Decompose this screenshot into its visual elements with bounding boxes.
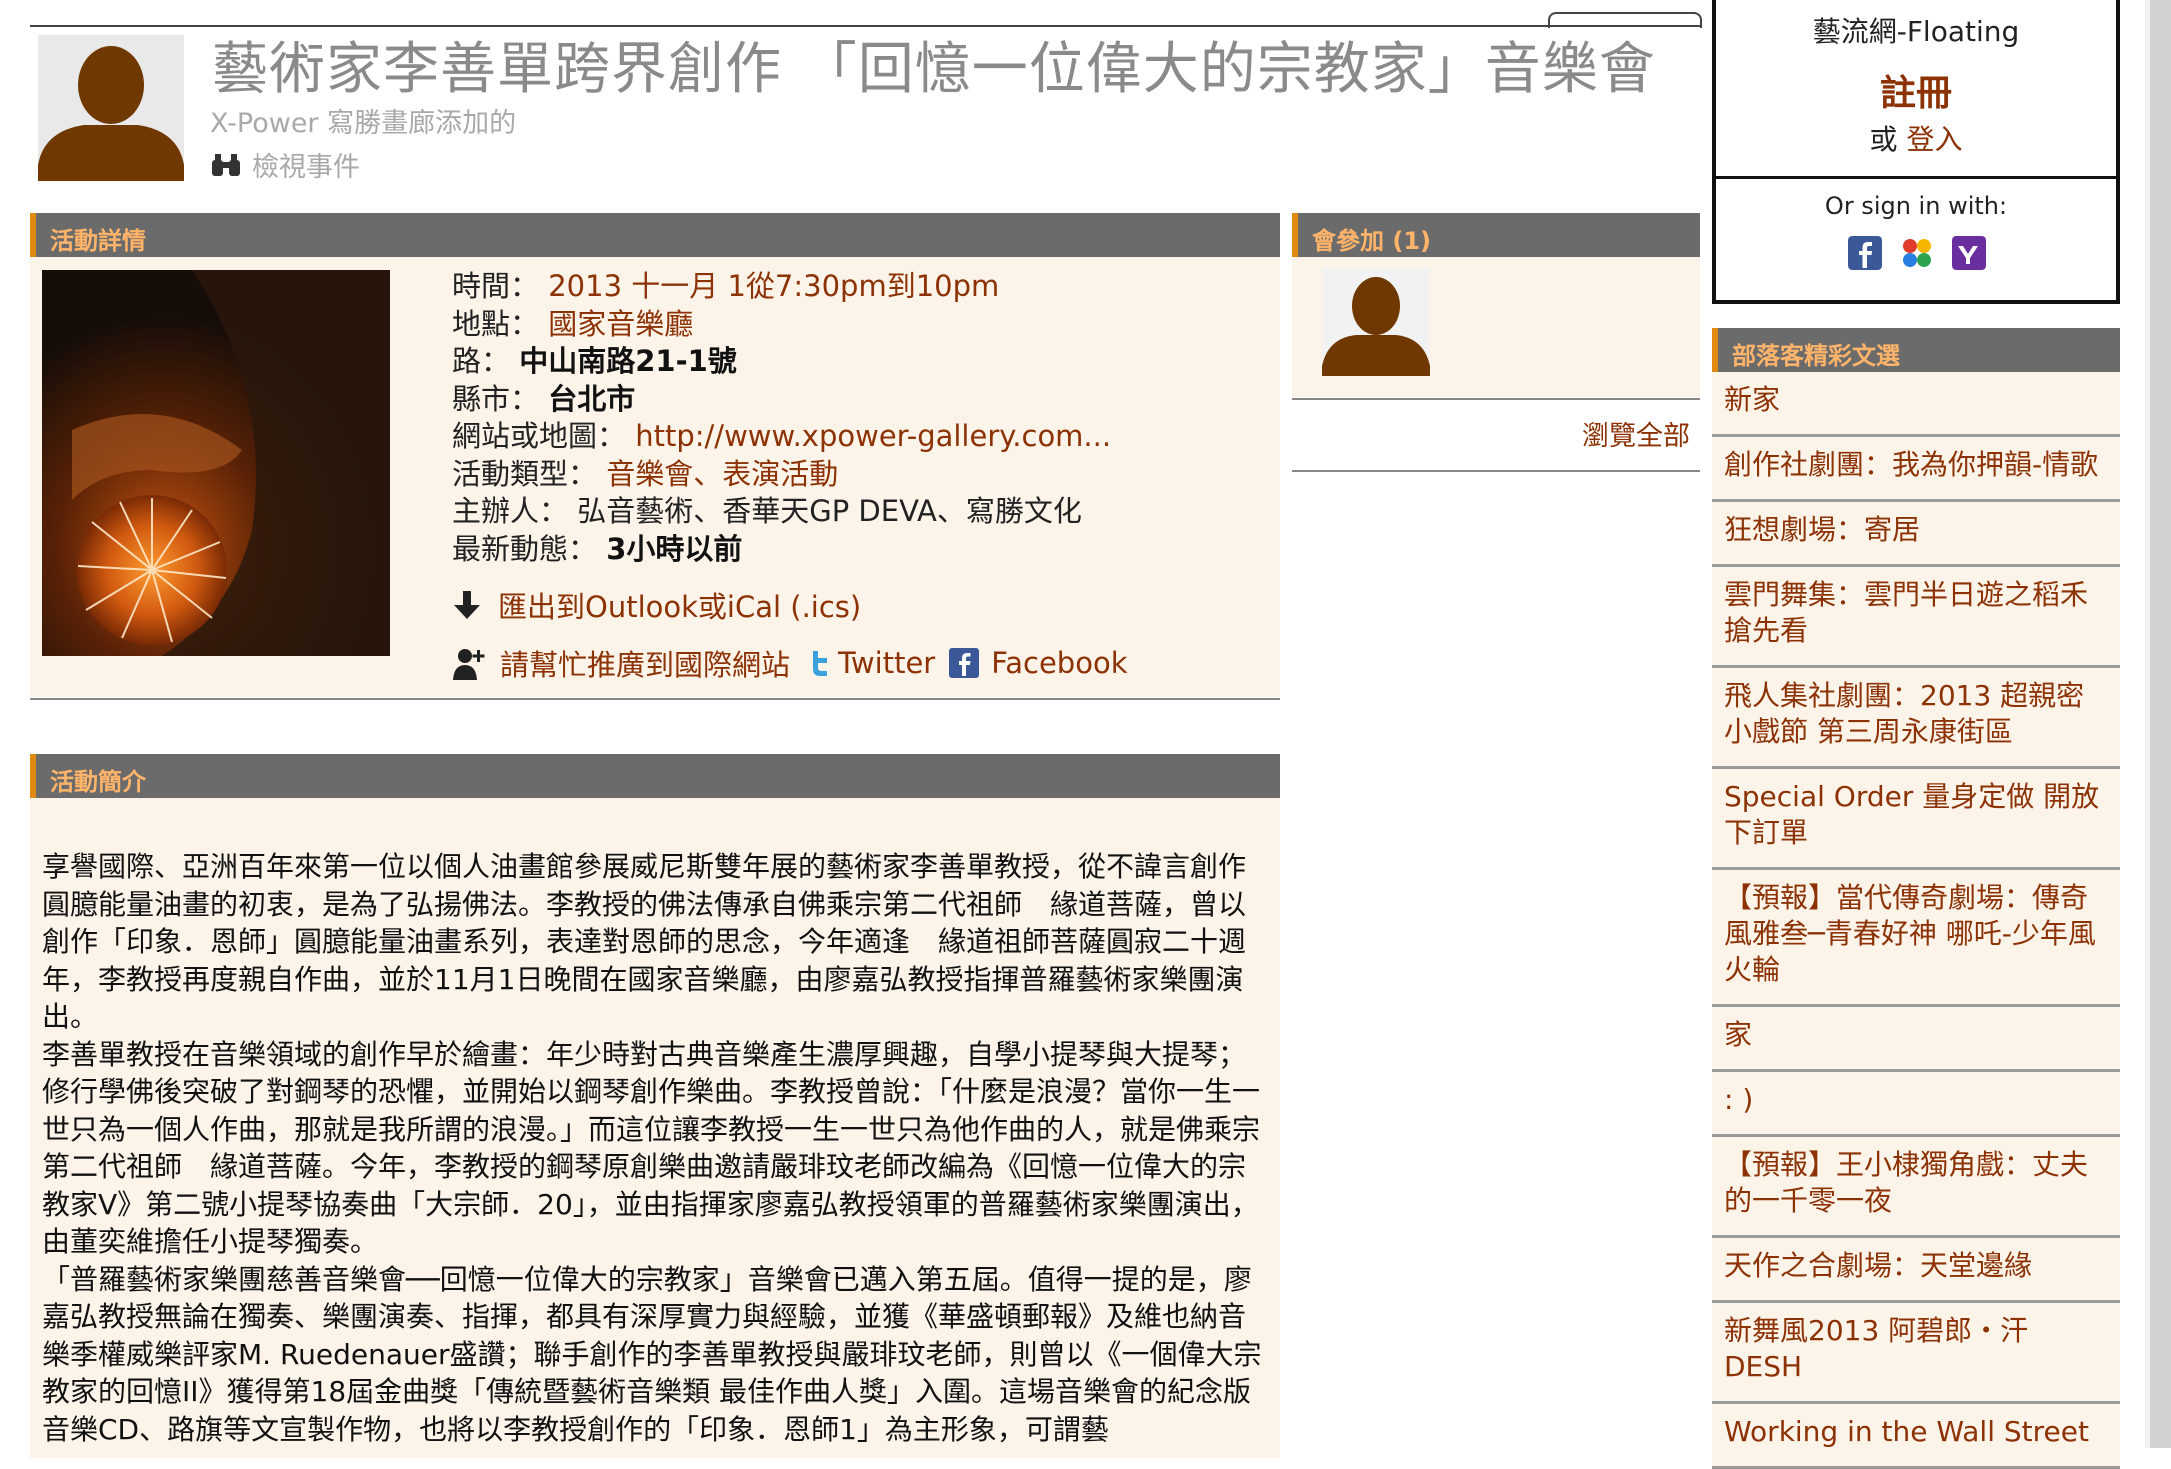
facebook-login-icon[interactable] [1848, 236, 1882, 270]
city-label: 縣市： [452, 381, 540, 416]
export-ical-link[interactable]: 匯出到Outlook或iCal (.ics) [452, 584, 861, 626]
share-row: 請幫忙推廣到國際網站 Twitter Facebook [452, 642, 1127, 684]
blog-item[interactable]: Special Order 量身定做 開放下訂單 [1712, 769, 2120, 870]
or-text: 或 [1869, 123, 1898, 156]
login-link[interactable]: 登入 [1906, 123, 1962, 156]
event-details: 時間： 2013 十一月 1從7:30pm到10pm 地點： 國家音樂廳 路： … [452, 268, 1111, 568]
venue-label: 地點： [452, 306, 540, 341]
city-value: 台北市 [548, 381, 636, 416]
event-description: 享譽國際、亞洲百年來第一位以個人油畫館參展威尼斯雙年展的藝術家李善單教授，從不諱… [42, 848, 1262, 1448]
detail-street: 路： 中山南路21-1號 [452, 343, 1111, 381]
organizer-label: 主辦人： [452, 494, 569, 528]
attendees-panel-title: 會參加 (1) [1312, 227, 1431, 255]
website-label: 網站或地圖： [452, 419, 627, 453]
facebook-icon[interactable] [949, 648, 980, 678]
login-separator [1716, 176, 2116, 179]
description-paragraph: 「普羅藝術家樂團慈善音樂會──回憶一位偉大的宗教家」音樂會已邁入第五屆。值得一提… [42, 1262, 1262, 1446]
description-paragraph: 享譽國際、亞洲百年來第一位以個人油畫館參展威尼斯雙年展的藝術家李善單教授，從不諱… [42, 850, 1247, 1033]
blog-item[interactable]: 家 [1712, 1007, 2120, 1072]
attendees-bottom-divider [1292, 470, 1700, 472]
venue-link[interactable]: 國家音樂廳 [548, 307, 693, 341]
blog-item[interactable]: Working in the Wall Street [1712, 1404, 2120, 1469]
detail-venue: 地點： 國家音樂廳 [452, 306, 1111, 344]
details-panel-title: 活動詳情 [50, 227, 146, 255]
blog-item[interactable]: 天作之合劇場：天堂邊緣 [1712, 1238, 2120, 1303]
organizer-avatar[interactable] [38, 35, 184, 181]
intro-panel-header: 活動簡介 [30, 754, 1280, 798]
blog-item[interactable]: 新舞風2013 阿碧郎・汗 DESH [1712, 1303, 2120, 1404]
detail-city: 縣市： 台北市 [452, 381, 1111, 419]
register-link[interactable]: 註冊 [1716, 64, 2116, 116]
blog-item[interactable]: 飛人集社劇團：2013 超親密小戲節 第三周永康街區 [1712, 668, 2120, 769]
view-event-link[interactable]: 檢視事件 [210, 145, 360, 184]
add-person-icon [453, 649, 485, 680]
street-label: 路： [452, 344, 511, 378]
website-link[interactable]: http://www.xpower-gallery.com... [635, 419, 1111, 453]
google-login-icon[interactable] [1900, 236, 1934, 270]
blog-item[interactable]: 【預報】王小棣獨角戲：丈夫的一千零一夜 [1712, 1137, 2120, 1238]
person-silhouette-icon [1322, 277, 1430, 376]
login-or-row: 或 登入 [1716, 118, 2116, 158]
facebook-link[interactable]: Facebook [991, 646, 1127, 680]
organizer-value: 弘音藝術、香華天GP DEVA、寫勝文化 [577, 494, 1082, 528]
intro-panel-title: 活動簡介 [50, 768, 146, 796]
blog-item[interactable]: 【預報】當代傳奇劇場：傳奇風雅叁─青春好神 哪吒-少年風火輪 [1712, 870, 2120, 1007]
sign-in-with-label: Or sign in with: [1824, 192, 2008, 220]
time-value: 2013 十一月 1從7:30pm到10pm [548, 269, 1000, 303]
event-title: 藝術家李善單跨界創作 「回憶一位偉大的宗教家」音樂會 [212, 37, 1656, 102]
view-all-attendees-link[interactable]: 瀏覽全部 [1582, 414, 1690, 453]
street-value: 中山南路21-1號 [519, 344, 737, 378]
export-ical-label: 匯出到Outlook或iCal (.ics) [498, 590, 862, 624]
details-divider [30, 698, 1280, 700]
attendee-avatar[interactable] [1322, 268, 1430, 376]
blog-panel-header: 部落客精彩文選 [1712, 328, 2120, 372]
detail-time: 時間： 2013 十一月 1從7:30pm到10pm [452, 268, 1111, 306]
updated-value: 3小時以前 [606, 531, 743, 566]
category-label: 活動類型： [452, 456, 598, 491]
time-label: 時間： [452, 269, 540, 303]
person-silhouette-icon [38, 46, 184, 181]
attendees-divider [1292, 398, 1700, 400]
detail-organizer: 主辦人： 弘音藝術、香華天GP DEVA、寫勝文化 [452, 493, 1111, 531]
blog-list: 新家 創作社劇團：我為你押韻-情歌 狂想劇場：寄居 雲門舞集：雲門半日遊之稻禾搶… [1712, 372, 2120, 1469]
event-image[interactable] [42, 270, 390, 656]
detail-website: 網站或地圖： http://www.xpower-gallery.com... [452, 418, 1111, 456]
blog-item[interactable]: 創作社劇團：我為你押韻-情歌 [1712, 437, 2120, 502]
description-paragraph: 李善單教授在音樂領域的創作早於繪畫：年少時對古典音樂產生濃厚興趣，自學小提琴與大… [42, 1037, 1261, 1259]
yahoo-login-icon[interactable] [1952, 236, 1986, 270]
blog-item[interactable]: 雲門舞集：雲門半日遊之稻禾搶先看 [1712, 567, 2120, 668]
attendees-panel-header: 會參加 (1) [1292, 213, 1700, 257]
login-box: 藝流網-Floating 註冊 或 登入 Or sign in with: [1712, 0, 2120, 304]
twitter-icon[interactable] [808, 649, 830, 677]
scrollbar-track[interactable] [2150, 0, 2171, 1448]
blog-panel-title: 部落客精彩文選 [1732, 342, 1900, 370]
detail-updated: 最新動態： 3小時以前 [452, 531, 1111, 569]
binoculars-icon [212, 153, 240, 176]
promote-link[interactable]: 請幫忙推廣到國際網站 [500, 642, 790, 684]
details-panel-header: 活動詳情 [30, 213, 1280, 257]
twitter-link[interactable]: Twitter [838, 646, 935, 680]
added-by-text[interactable]: X-Power 寫勝畫廊添加的 [210, 101, 516, 140]
category-links[interactable]: 音樂會、表演活動 [606, 457, 838, 491]
event-painting [42, 270, 390, 656]
site-name: 藝流網-Floating [1812, 15, 2020, 48]
blog-item[interactable]: : ) [1712, 1072, 2120, 1137]
detail-category: 活動類型： 音樂會、表演活動 [452, 456, 1111, 494]
blog-item[interactable]: 新家 [1712, 372, 2120, 437]
blog-item[interactable]: 狂想劇場：寄居 [1712, 502, 2120, 567]
download-arrow-icon [454, 591, 480, 619]
view-event-label: 檢視事件 [252, 152, 360, 183]
updated-label: 最新動態： [452, 531, 598, 566]
